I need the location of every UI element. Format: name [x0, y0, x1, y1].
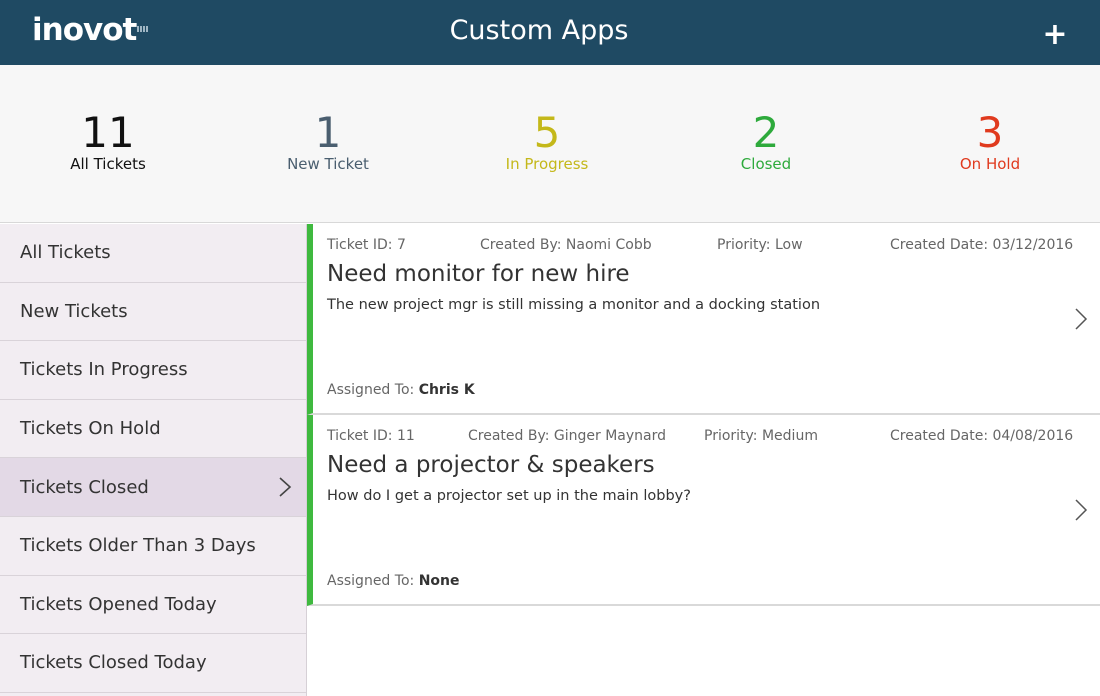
stat-label: New Ticket	[287, 155, 369, 173]
sidebar-item-new-tickets[interactable]: New Tickets	[0, 283, 306, 342]
chevron-right-icon[interactable]	[1074, 498, 1088, 522]
ticket-assigned: Assigned To: None	[327, 573, 459, 589]
sidebar-item-label: Tickets On Hold	[20, 418, 161, 440]
stat-closed[interactable]: 2 Closed	[666, 108, 866, 174]
stat-all-tickets[interactable]: 11 All Tickets	[8, 108, 208, 174]
ticket-assigned: Assigned To: Chris K	[327, 382, 475, 398]
ticket-title: Need monitor for new hire	[327, 261, 630, 287]
chevron-right-icon[interactable]	[1074, 307, 1088, 331]
ticket-created-date: Created Date: 03/12/2016	[890, 237, 1074, 253]
stat-count: 2	[752, 108, 780, 157]
ticket-filter-sidebar: All Tickets New Tickets Tickets In Progr…	[0, 224, 307, 696]
ticket-list: Ticket ID: 7 Created By: Naomi Cobb Prio…	[307, 224, 1100, 606]
stat-in-progress[interactable]: 5 In Progress	[447, 108, 647, 174]
sidebar-item-tickets-closed[interactable]: Tickets Closed	[0, 458, 306, 517]
stat-label: On Hold	[959, 155, 1021, 173]
add-ticket-button[interactable]: +	[1040, 20, 1070, 50]
ticket-description: How do I get a projector set up in the m…	[327, 488, 691, 504]
sidebar-item-tickets-in-progress[interactable]: Tickets In Progress	[0, 341, 306, 400]
sidebar-item-tickets-closed-today[interactable]: Tickets Closed Today	[0, 634, 306, 693]
assigned-to-value: None	[418, 573, 460, 589]
ticket-priority: Priority: Medium	[704, 428, 818, 444]
sidebar-item-tickets-on-hold[interactable]: Tickets On Hold	[0, 400, 306, 459]
ticket-created-date: Created Date: 04/08/2016	[890, 428, 1074, 444]
sidebar-item-label: All Tickets	[20, 242, 111, 264]
sidebar-item-label: Tickets Opened Today	[20, 593, 217, 615]
ticket-description: The new project mgr is still missing a m…	[327, 297, 821, 313]
ticket-created-by: Created By: Naomi Cobb	[480, 237, 652, 253]
ticket-priority: Priority: Low	[717, 237, 803, 253]
ticket-stats-bar: 11 All Tickets 1 New Ticket 5 In Progres…	[0, 65, 1100, 223]
ticket-id: Ticket ID: 11	[327, 428, 415, 444]
ticket-title: Need a projector & speakers	[327, 452, 655, 478]
stat-count: 5	[533, 108, 561, 157]
sidebar-item-label: Tickets Closed	[20, 476, 149, 498]
sidebar-item-tickets-opened-today[interactable]: Tickets Opened Today	[0, 576, 306, 635]
sidebar-item-label: Tickets Closed Today	[20, 652, 207, 674]
stat-label: In Progress	[505, 155, 589, 173]
stat-label: All Tickets	[70, 155, 146, 173]
stat-new-ticket[interactable]: 1 New Ticket	[228, 108, 428, 174]
stat-count: 1	[314, 108, 342, 157]
sidebar-item-tickets-older-than-3-days[interactable]: Tickets Older Than 3 Days	[0, 517, 306, 576]
sidebar-item-label: New Tickets	[20, 300, 128, 322]
chevron-right-icon	[279, 477, 292, 497]
ticket-card[interactable]: Ticket ID: 11 Created By: Ginger Maynard…	[307, 415, 1100, 606]
assigned-to-value: Chris K	[418, 382, 475, 398]
app-header: inovot Custom Apps +	[0, 0, 1100, 65]
stat-count: 3	[976, 108, 1004, 157]
page-title: Custom Apps	[449, 15, 629, 46]
sidebar-item-label: Tickets In Progress	[20, 359, 188, 381]
ticket-card[interactable]: Ticket ID: 7 Created By: Naomi Cobb Prio…	[307, 224, 1100, 415]
ticket-id: Ticket ID: 7	[327, 237, 406, 253]
stat-count: 11	[81, 108, 135, 157]
sidebar-item-all-tickets[interactable]: All Tickets	[0, 224, 306, 283]
assigned-label: Assigned To:	[327, 382, 415, 398]
sidebar-item-label: Tickets Older Than 3 Days	[20, 535, 256, 557]
ticket-created-by: Created By: Ginger Maynard	[468, 428, 667, 444]
assigned-label: Assigned To:	[327, 573, 415, 589]
stat-on-hold[interactable]: 3 On Hold	[890, 108, 1090, 174]
stat-label: Closed	[740, 155, 792, 173]
